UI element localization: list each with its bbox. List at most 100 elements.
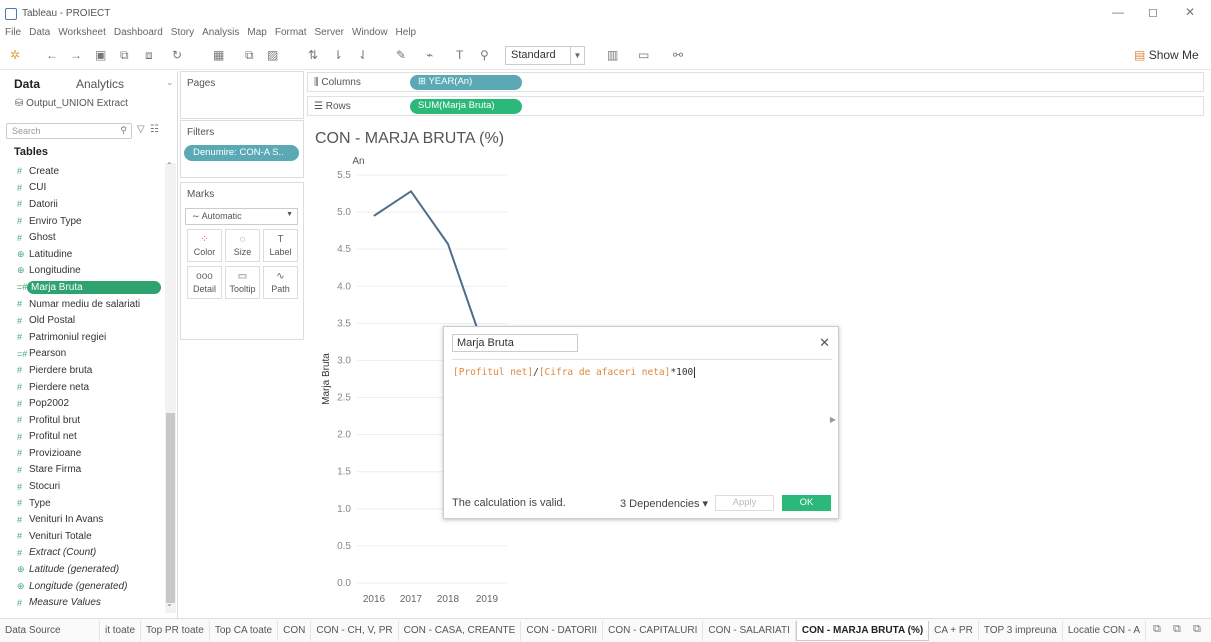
- size-mark-button[interactable]: ◌ Size: [225, 229, 260, 262]
- sheet-tab[interactable]: CON - CH, V, PR: [311, 620, 399, 641]
- datasource-item[interactable]: ⛁ Output_UNION Extract: [15, 98, 128, 109]
- share-icon[interactable]: ⚯: [673, 48, 683, 62]
- color-mark-button[interactable]: ⁘ Color: [187, 229, 222, 262]
- menu-item-story[interactable]: Story: [171, 27, 194, 41]
- refresh-icon[interactable]: ↻: [172, 48, 182, 62]
- sheet-tab[interactable]: Data Source: [0, 620, 100, 641]
- close-window-button[interactable]: ✕: [1180, 5, 1200, 19]
- detail-mark-button[interactable]: ooo Detail: [187, 266, 222, 299]
- field-item[interactable]: # Old Postal: [0, 312, 165, 329]
- view-options-icon[interactable]: ☷: [150, 124, 159, 135]
- mark-type-select[interactable]: ∼ Automatic ▼: [185, 208, 298, 225]
- selected-field-pill[interactable]: Marja Bruta: [27, 280, 161, 294]
- field-item[interactable]: ⊕ Latitudine: [0, 246, 165, 263]
- highlight-icon[interactable]: ✎: [396, 48, 406, 62]
- new-worksheet-icon[interactable]: ▦: [213, 48, 224, 62]
- sheet-tab[interactable]: Locatie CON - A: [1063, 620, 1147, 641]
- sheet-tab[interactable]: CON: [278, 620, 312, 641]
- field-item[interactable]: # Provizioane: [0, 445, 165, 462]
- filter-fields-icon[interactable]: ▽: [137, 124, 145, 135]
- pages-card[interactable]: Pages: [180, 71, 304, 119]
- sheet-tab[interactable]: CA + PR: [929, 620, 979, 641]
- scroll-down-icon[interactable]: ⌄: [166, 599, 173, 608]
- field-item[interactable]: # Profitul brut: [0, 412, 165, 429]
- field-item[interactable]: ⊕ Longitudine: [0, 263, 165, 280]
- path-mark-button[interactable]: ∿ Path: [263, 266, 298, 299]
- presentation-icon[interactable]: ▭: [638, 48, 649, 62]
- field-item[interactable]: # Stocuri: [0, 478, 165, 495]
- menu-item-data[interactable]: Data: [29, 27, 50, 41]
- field-item[interactable]: # Stare Firma: [0, 462, 165, 479]
- field-item[interactable]: =# Marja Bruta: [0, 279, 165, 296]
- field-item[interactable]: # Venituri Totale: [0, 528, 165, 545]
- sheet-tab[interactable]: CON - DATORII: [521, 620, 604, 641]
- save-icon[interactable]: ▣: [95, 48, 106, 62]
- scrollbar-thumb[interactable]: [166, 413, 175, 603]
- menu-item-window[interactable]: Window: [352, 27, 388, 41]
- field-item[interactable]: # Create: [0, 163, 165, 180]
- tab-data[interactable]: Data: [14, 77, 40, 91]
- columns-shelf[interactable]: ⫼ Columns ⊞ YEAR(An): [307, 72, 1204, 92]
- sheet-tab[interactable]: Top CA toate: [210, 620, 279, 641]
- sheet-tab[interactable]: Top PR toate: [141, 620, 210, 641]
- menu-item-worksheet[interactable]: Worksheet: [58, 27, 106, 41]
- field-item[interactable]: =# Pearson: [0, 346, 165, 363]
- field-item[interactable]: # Type: [0, 495, 165, 512]
- clear-sheet-icon[interactable]: ▨: [267, 48, 278, 62]
- fit-select[interactable]: Standard ▼: [505, 46, 585, 65]
- redo-icon[interactable]: →: [70, 48, 82, 62]
- dependencies-dropdown[interactable]: 3 Dependencies ▾: [620, 497, 708, 510]
- new-worksheet-tab-icon[interactable]: ⧉: [1153, 623, 1161, 636]
- field-item[interactable]: # Pierdere bruta: [0, 362, 165, 379]
- restore-button[interactable]: ◻: [1143, 5, 1163, 19]
- rows-pill[interactable]: SUM(Marja Bruta): [410, 99, 522, 114]
- duplicate-sheet-icon[interactable]: ⧉: [245, 48, 254, 63]
- columns-pill[interactable]: ⊞ YEAR(An): [410, 75, 522, 90]
- sheet-tab[interactable]: CON - SALARIATI: [703, 620, 796, 641]
- search-input[interactable]: Search ⚲: [6, 123, 132, 139]
- formula-editor[interactable]: [Profitul net]/[Cifra de afaceri neta]*1…: [453, 367, 696, 378]
- sheet-tab[interactable]: it toate: [100, 620, 142, 641]
- sheet-tab[interactable]: CON - MARJA BRUTA (%): [795, 620, 930, 641]
- fix-axes-icon[interactable]: ⚲: [480, 48, 489, 62]
- sort-descending-icon[interactable]: ⇃: [358, 48, 368, 62]
- close-icon[interactable]: ✕: [819, 335, 830, 351]
- menu-item-file[interactable]: File: [5, 27, 21, 41]
- field-item[interactable]: # Extract (Count): [0, 545, 165, 562]
- menu-item-server[interactable]: Server: [315, 27, 344, 41]
- field-item[interactable]: # Pop2002: [0, 395, 165, 412]
- menu-item-help[interactable]: Help: [396, 27, 417, 41]
- ok-button[interactable]: OK: [782, 495, 831, 511]
- sheet-tab[interactable]: CON - CASA, CREANTE: [399, 620, 522, 641]
- field-item[interactable]: # CUI: [0, 180, 165, 197]
- tooltip-mark-button[interactable]: ▭ Tooltip: [225, 266, 260, 299]
- swap-icon[interactable]: ⇅: [308, 48, 318, 62]
- field-item[interactable]: # Profitul net: [0, 429, 165, 446]
- pause-updates-icon[interactable]: ⧈: [145, 48, 153, 63]
- field-item[interactable]: # Ghost: [0, 229, 165, 246]
- new-story-tab-icon[interactable]: ⧉: [1193, 623, 1201, 636]
- field-item[interactable]: # Venituri In Avans: [0, 511, 165, 528]
- scroll-up-icon[interactable]: ⌃: [166, 161, 173, 170]
- group-icon[interactable]: ⌁: [426, 48, 433, 62]
- field-item[interactable]: # Enviro Type: [0, 213, 165, 230]
- field-item[interactable]: # Pierdere neta: [0, 379, 165, 396]
- calc-name-input[interactable]: Marja Bruta: [452, 334, 578, 352]
- collapse-pane-icon[interactable]: ⌄: [166, 77, 174, 88]
- new-datasource-icon[interactable]: ⧉: [120, 48, 129, 63]
- field-item[interactable]: ⊕ Latitude (generated): [0, 561, 165, 578]
- menu-item-map[interactable]: Map: [247, 27, 266, 41]
- field-item[interactable]: # Patrimoniul regiei: [0, 329, 165, 346]
- apply-button[interactable]: Apply: [715, 495, 774, 511]
- minimize-button[interactable]: —: [1108, 5, 1128, 19]
- show-cards-icon[interactable]: ▥: [607, 48, 618, 62]
- field-item[interactable]: ⊕ Longitude (generated): [0, 578, 165, 595]
- label-mark-button[interactable]: T Label: [263, 229, 298, 262]
- menu-item-dashboard[interactable]: Dashboard: [114, 27, 163, 41]
- undo-icon[interactable]: ←: [46, 48, 58, 62]
- menu-item-format[interactable]: Format: [275, 27, 307, 41]
- tableau-logo-icon[interactable]: ✲: [10, 48, 20, 62]
- expand-arrow-icon[interactable]: ▶: [830, 415, 836, 424]
- sort-ascending-icon[interactable]: ⇂: [333, 48, 343, 62]
- sheet-tab[interactable]: TOP 3 impreuna: [979, 620, 1063, 641]
